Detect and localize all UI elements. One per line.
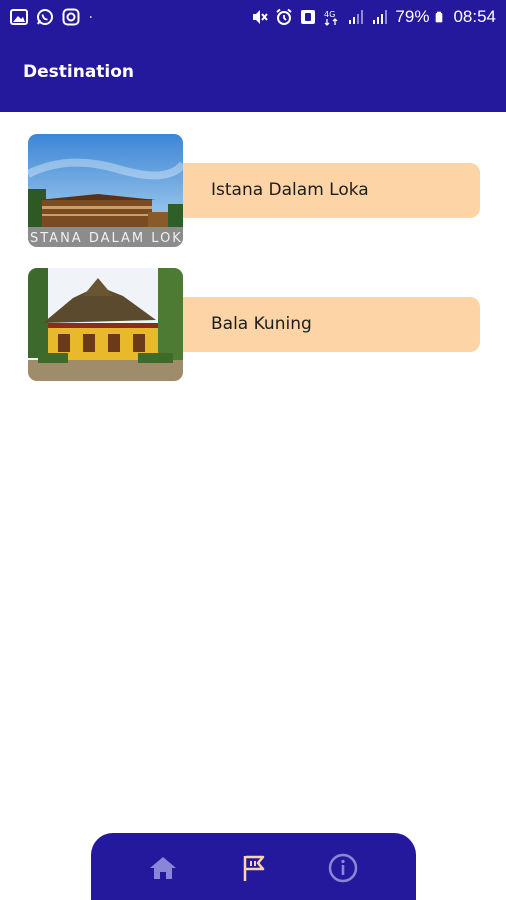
- signal-icon-2: [373, 10, 388, 24]
- destination-label-background: [158, 297, 480, 352]
- 4g-icon: 4G: [324, 10, 338, 26]
- mute-icon: [253, 10, 269, 24]
- bala-kuning-photo[interactable]: [28, 268, 183, 381]
- info-icon: [328, 853, 358, 883]
- nav-info[interactable]: [326, 851, 360, 885]
- gallery-icon: [10, 9, 28, 25]
- svg-text:STANA DALAM LOKA: STANA DALAM LOKA: [30, 231, 183, 246]
- destination-name: Bala Kuning: [211, 314, 312, 334]
- status-bar: 4G 79% 08:54: [0, 0, 506, 36]
- alarm-icon: [276, 8, 293, 25]
- battery-icon: [436, 11, 443, 23]
- nfc-icon: [301, 10, 316, 24]
- destination-card-istana-dalam-loka[interactable]: STANA DALAM LOKA Istana Dalam Loka: [28, 134, 480, 248]
- home-icon: [150, 857, 176, 879]
- bottom-navigation: [91, 833, 416, 900]
- destination-name: Istana Dalam Loka: [211, 180, 369, 200]
- flag-icon: [243, 855, 265, 881]
- status-bar-left: [10, 8, 98, 26]
- dot-icon: [89, 16, 92, 18]
- status-bar-right: 4G 79% 08:54: [251, 6, 496, 28]
- nav-home[interactable]: [146, 851, 180, 885]
- svg-text:4G: 4G: [324, 10, 335, 19]
- nav-destination[interactable]: [237, 851, 271, 885]
- signal-icon: [349, 10, 364, 24]
- clock: 08:54: [453, 7, 496, 26]
- whatsapp-icon: [37, 9, 53, 25]
- battery-percent: 79%: [395, 7, 430, 26]
- instagram-icon: [62, 8, 80, 26]
- destination-card-bala-kuning[interactable]: Bala Kuning: [28, 268, 480, 382]
- page-title: Destination: [23, 62, 135, 82]
- top-app-bar: 4G 79% 08:54 Destination: [0, 0, 506, 112]
- istana-dalam-loka-photo[interactable]: STANA DALAM LOKA: [28, 134, 183, 247]
- destination-screen: 4G 79% 08:54 Destination STANA DALAM LOK…: [0, 0, 506, 900]
